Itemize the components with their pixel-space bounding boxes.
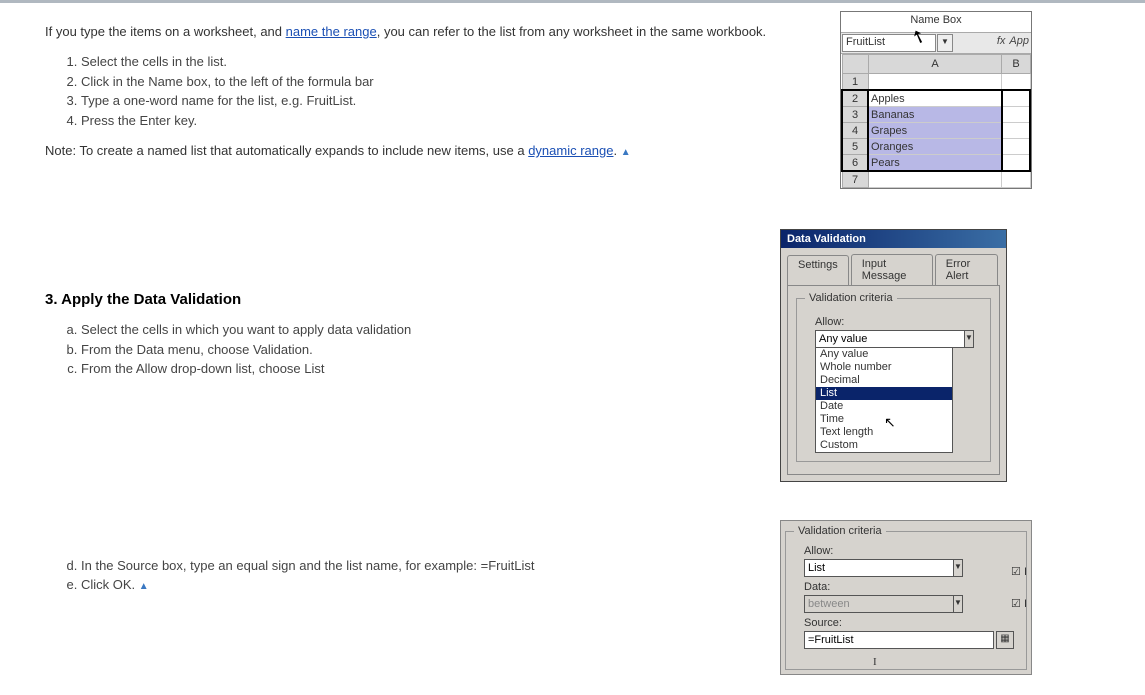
fx-icon[interactable]: fx (997, 35, 1006, 53)
data-combo-input (804, 595, 954, 613)
source-input[interactable] (804, 631, 994, 649)
checkbox-partial[interactable]: ☑ I (1011, 597, 1027, 610)
row-header[interactable]: 5 (842, 139, 868, 155)
step-item: Click OK. ▲ (81, 575, 770, 595)
named-range-steps: Select the cells in the list. Click in t… (81, 52, 770, 130)
cell[interactable] (1002, 139, 1030, 155)
checkbox-partial[interactable]: ☑ I (1011, 565, 1027, 578)
step-item: Type a one-word name for the list, e.g. … (81, 91, 770, 111)
tab-settings[interactable]: Settings (787, 255, 849, 286)
cell[interactable] (868, 74, 1002, 91)
row-header[interactable]: 2 (842, 90, 868, 107)
row-header[interactable]: 7 (842, 171, 868, 188)
allow-label: Allow: (804, 545, 1018, 557)
cell-active[interactable]: Apples (868, 90, 1002, 107)
figure-name-box: Name Box ➘ FruitList ▼ fx App A B 1 2App… (840, 11, 1032, 189)
validation-criteria-legend: Validation criteria (805, 292, 897, 304)
allow-option[interactable]: Whole number (816, 361, 952, 374)
step-item: Press the Enter key. (81, 111, 770, 131)
cell[interactable] (1002, 90, 1030, 107)
article-body: If you type the items on a worksheet, an… (0, 11, 780, 675)
allow-option-highlighted[interactable]: List (816, 387, 952, 400)
row-header[interactable]: 1 (842, 74, 868, 91)
tab-input-message[interactable]: Input Message (851, 254, 933, 285)
cell-selected[interactable]: Oranges (868, 139, 1002, 155)
back-to-top-icon[interactable]: ▲ (621, 147, 631, 158)
cell-selected[interactable]: Grapes (868, 123, 1002, 139)
step-item: Select the cells in the list. (81, 52, 770, 72)
figure-data-validation-dialog: Data Validation Settings Input Message E… (780, 229, 1007, 482)
intro-text-prefix: If you type the items on a worksheet, an… (45, 24, 286, 39)
cell[interactable] (1002, 155, 1030, 172)
allow-option[interactable]: Custom (816, 439, 952, 452)
figure-validation-source: Validation criteria Allow: ▼ ☑ I Data: ▼… (780, 520, 1032, 675)
chevron-down-icon[interactable]: ▼ (965, 330, 974, 348)
figures-column: Name Box ➘ FruitList ▼ fx App A B 1 2App… (780, 11, 1080, 675)
cell[interactable] (1002, 123, 1030, 139)
data-label: Data: (804, 581, 1018, 593)
section-3-heading: 3. Apply the Data Validation (45, 291, 770, 308)
cell[interactable] (1002, 171, 1030, 188)
apply-validation-steps-cont: In the Source box, type an equal sign an… (81, 556, 770, 595)
row-header[interactable]: 3 (842, 107, 868, 123)
range-selector-icon[interactable]: ▦ (996, 631, 1014, 649)
allow-label: Allow: (815, 316, 982, 328)
worksheet-grid: A B 1 2Apples 3Bananas 4Grapes 5Oranges … (841, 54, 1031, 188)
mouse-cursor-icon: ↖ (884, 414, 896, 431)
allow-option[interactable]: Any value (816, 348, 952, 361)
col-header-a[interactable]: A (868, 55, 1002, 74)
allow-combo-input[interactable] (804, 559, 954, 577)
dynamic-range-link[interactable]: dynamic range (528, 143, 613, 158)
step-item: From the Data menu, choose Validation. (81, 340, 770, 360)
apply-validation-steps: Select the cells in which you want to ap… (81, 320, 770, 379)
formula-bar-value[interactable]: App (1009, 35, 1029, 53)
note-line: Note: To create a named list that automa… (45, 143, 770, 158)
tab-error-alert[interactable]: Error Alert (935, 254, 998, 285)
allow-option[interactable]: Date (816, 400, 952, 413)
step-item: From the Allow drop-down list, choose Li… (81, 359, 770, 379)
name-box-dropdown-icon[interactable]: ▼ (937, 34, 953, 52)
name-the-range-link[interactable]: name the range (286, 24, 377, 39)
note-prefix: Note: To create a named list that automa… (45, 143, 528, 158)
step-item: Select the cells in which you want to ap… (81, 320, 770, 340)
allow-dropdown-list[interactable]: Any value Whole number Decimal List Date… (815, 348, 953, 453)
step-text: Click OK. (81, 577, 139, 592)
text-cursor-icon: I (873, 656, 877, 668)
cell[interactable] (1002, 107, 1030, 123)
cell-selected[interactable]: Pears (868, 155, 1002, 172)
col-header-b[interactable]: B (1002, 55, 1030, 74)
source-label: Source: (804, 617, 1018, 629)
chevron-down-icon[interactable]: ▼ (954, 559, 963, 577)
validation-criteria-legend: Validation criteria (794, 525, 886, 537)
cell[interactable] (1002, 74, 1030, 91)
corner-cell[interactable] (842, 55, 868, 74)
row-header[interactable]: 6 (842, 155, 868, 172)
intro-paragraph: If you type the items on a worksheet, an… (45, 24, 770, 39)
back-to-top-icon[interactable]: ▲ (139, 581, 149, 592)
step-item: In the Source box, type an equal sign an… (81, 556, 770, 576)
chevron-down-icon: ▼ (954, 595, 963, 613)
note-suffix: . (613, 143, 620, 158)
step-item: Click in the Name box, to the left of th… (81, 72, 770, 92)
intro-text-suffix: , you can refer to the list from any wor… (377, 24, 766, 39)
allow-combo-input[interactable] (815, 330, 965, 348)
cell-selected[interactable]: Bananas (868, 107, 1002, 123)
allow-option[interactable]: Decimal (816, 374, 952, 387)
row-header[interactable]: 4 (842, 123, 868, 139)
cell[interactable] (868, 171, 1002, 188)
dialog-title: Data Validation (781, 230, 1006, 248)
